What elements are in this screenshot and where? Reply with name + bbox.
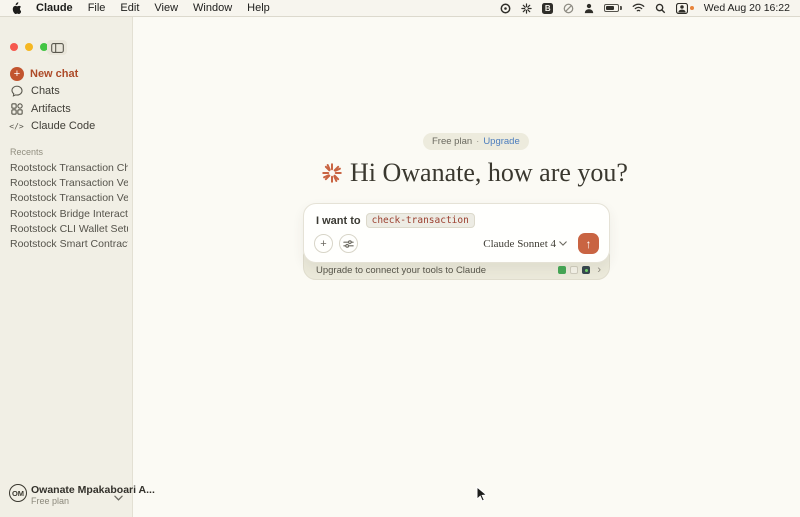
attach-button[interactable]: + xyxy=(314,234,333,253)
plus-icon: + xyxy=(10,67,24,81)
recent-chat-item[interactable]: Rootstock Transaction Verification xyxy=(10,177,128,189)
plan-label: Free plan xyxy=(432,136,472,147)
apple-menu-icon[interactable] xyxy=(10,2,21,15)
sidebar-item-artifacts[interactable]: Artifacts xyxy=(10,103,71,115)
wifi-icon[interactable] xyxy=(632,3,645,13)
sidebar-item-label: Claude Code xyxy=(31,120,95,132)
sidebar-item-label: Chats xyxy=(31,85,60,97)
new-chat-button[interactable]: + New chat xyxy=(10,67,78,81)
tools-settings-button[interactable] xyxy=(339,234,358,253)
greeting-heading: Hi Owanate, how are you? xyxy=(322,158,628,188)
menu-bar: Claude File Edit View Window Help B xyxy=(0,0,800,17)
menu-view[interactable]: View xyxy=(154,2,178,14)
connector-app-icon-green xyxy=(558,266,566,274)
window-minimize-button[interactable] xyxy=(25,43,33,51)
claude-starburst-icon xyxy=(322,163,342,183)
artifacts-grid-icon xyxy=(10,103,23,115)
user-switch-icon[interactable] xyxy=(676,3,694,14)
code-icon: </> xyxy=(10,122,23,131)
send-button[interactable]: ↑ xyxy=(578,233,599,254)
sidebar-item-chats[interactable]: Chats xyxy=(10,85,60,97)
menubar-app-name[interactable]: Claude xyxy=(36,2,73,14)
claude-app-window: + New chat Chats Artifacts </> Claude Co… xyxy=(0,17,800,517)
claude-menubar-icon[interactable] xyxy=(521,3,532,14)
plan-separator: · xyxy=(476,136,479,147)
record-icon[interactable] xyxy=(500,3,511,14)
window-close-button[interactable] xyxy=(10,43,18,51)
new-chat-label: New chat xyxy=(30,68,78,80)
chat-bubble-icon xyxy=(10,85,23,97)
notification-dot xyxy=(690,6,694,10)
account-menu[interactable]: OM Owanate Mpakaboari A... Free plan xyxy=(0,484,133,510)
code-token: check-transaction xyxy=(366,213,475,228)
composer-input[interactable]: I want to check-transaction xyxy=(316,213,475,228)
arrow-up-icon: ↑ xyxy=(586,237,592,251)
menu-edit[interactable]: Edit xyxy=(120,2,139,14)
model-label: Claude Sonnet 4 xyxy=(483,238,556,250)
recent-chat-item[interactable]: Rootstock Smart Contract Deploy... xyxy=(10,238,128,250)
model-selector[interactable]: Claude Sonnet 4 xyxy=(483,238,567,250)
plan-pill: Free plan · Upgrade xyxy=(423,133,529,150)
composer-text: I want to xyxy=(316,215,361,227)
connector-app-icon-light xyxy=(570,266,578,274)
composer-card[interactable]: I want to check-transaction + Claude Son… xyxy=(303,203,610,263)
menu-window[interactable]: Window xyxy=(193,2,232,14)
search-icon[interactable] xyxy=(655,3,666,14)
avatar: OM xyxy=(9,484,27,502)
chevron-down-icon xyxy=(559,241,567,246)
sidebar-item-claude-code[interactable]: </> Claude Code xyxy=(10,120,95,132)
menu-file[interactable]: File xyxy=(88,2,106,14)
recents-header: Recents xyxy=(10,147,43,157)
greeting-text: Hi Owanate, how are you? xyxy=(350,158,628,188)
upgrade-link[interactable]: Upgrade xyxy=(483,136,519,147)
menubar-clock[interactable]: Wed Aug 20 16:22 xyxy=(704,2,790,14)
recent-chat-item[interactable]: Rootstock Bridge Interaction xyxy=(10,208,128,220)
shield-icon[interactable] xyxy=(563,3,574,14)
recent-chat-item[interactable]: Rootstock Transaction Check xyxy=(10,162,128,174)
plus-icon: + xyxy=(320,238,326,250)
user-name: Owanate Mpakaboari A... xyxy=(31,484,155,496)
sidebar-item-label: Artifacts xyxy=(31,103,71,115)
password-manager-icon[interactable]: B xyxy=(542,3,553,14)
chevron-right-icon: › xyxy=(597,264,601,276)
menu-help[interactable]: Help xyxy=(247,2,270,14)
user-icon[interactable] xyxy=(584,3,594,14)
sidebar-toggle-button[interactable] xyxy=(47,40,67,55)
sidebar: + New chat Chats Artifacts </> Claude Co… xyxy=(0,17,133,517)
chevron-down-icon xyxy=(114,488,123,506)
tools-banner-label: Upgrade to connect your tools to Claude xyxy=(316,265,554,276)
connector-app-icon-dark xyxy=(582,266,590,274)
recent-chat-item[interactable]: Rootstock CLI Wallet Setup xyxy=(10,223,128,235)
mouse-cursor xyxy=(476,486,488,508)
user-plan: Free plan xyxy=(31,496,69,506)
recent-chat-item[interactable]: Rootstock Transaction Verification xyxy=(10,192,128,204)
battery-icon[interactable] xyxy=(604,4,622,12)
